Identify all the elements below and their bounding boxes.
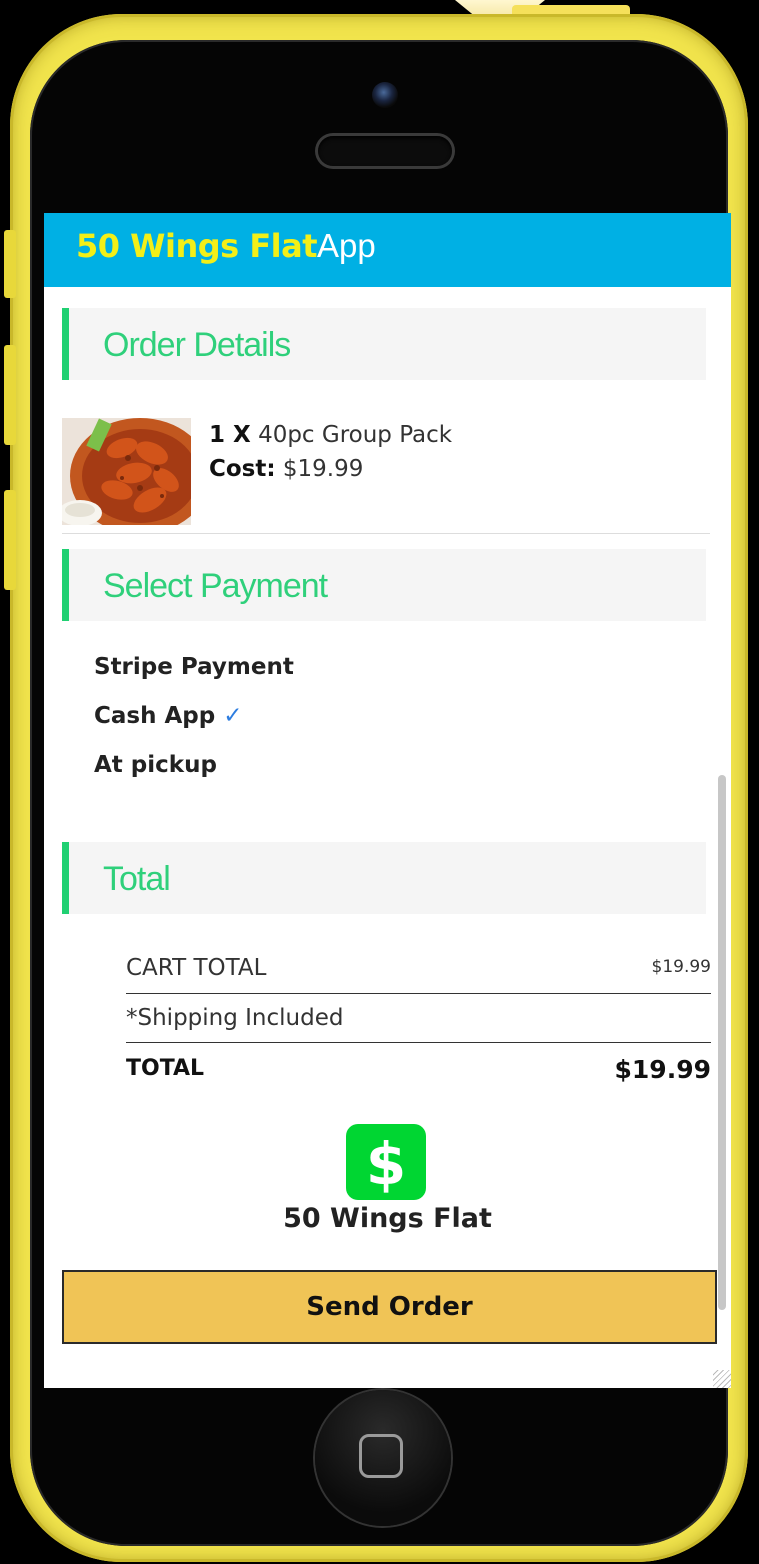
app-bar: 50 Wings FlatApp xyxy=(44,213,731,287)
payment-option-label: Cash App xyxy=(94,703,216,729)
total-header: Total xyxy=(62,842,706,914)
resize-grip-icon[interactable] xyxy=(713,1370,731,1388)
item-cost-line: Cost: $19.99 xyxy=(209,456,363,482)
front-camera xyxy=(372,82,398,108)
app-title: 50 Wings FlatApp xyxy=(76,224,376,268)
item-name: 40pc Group Pack xyxy=(258,422,453,448)
total-heading: Total xyxy=(103,860,171,898)
cash-app-dollar-icon: $ xyxy=(346,1124,426,1200)
app-title-suffix: App xyxy=(317,227,376,264)
phone-mute-switch xyxy=(4,230,16,298)
divider xyxy=(126,993,711,994)
cart-total-label: CART TOTAL xyxy=(126,955,267,981)
app-title-brand: 50 Wings Flat xyxy=(76,227,318,265)
wings-photo xyxy=(62,418,191,525)
divider xyxy=(126,1042,711,1043)
home-button[interactable] xyxy=(315,1390,451,1526)
order-details-heading: Order Details xyxy=(103,326,291,364)
order-details-header: Order Details xyxy=(62,308,706,380)
payment-option-label: Stripe Payment xyxy=(94,654,294,680)
select-payment-header: Select Payment xyxy=(62,549,706,621)
select-payment-heading: Select Payment xyxy=(103,567,328,605)
divider xyxy=(62,533,710,534)
item-cost-value: $19.99 xyxy=(282,456,364,482)
app-screen: 50 Wings FlatApp Order Details 1 X 40pc … xyxy=(44,213,731,1388)
payment-option-at-pickup[interactable]: At pickup xyxy=(94,752,217,778)
payment-option-stripe[interactable]: Stripe Payment xyxy=(94,654,294,680)
total-value: $19.99 xyxy=(614,1055,711,1084)
send-order-button[interactable]: Send Order xyxy=(62,1270,717,1344)
total-label: TOTAL xyxy=(126,1056,205,1081)
scrollbar[interactable] xyxy=(718,775,726,1310)
payment-option-label: At pickup xyxy=(94,752,217,778)
item-cost-label: Cost: xyxy=(209,456,276,482)
phone-volume-down xyxy=(4,490,16,590)
cash-app-glyph: $ xyxy=(366,1130,406,1198)
shipping-note: *Shipping Included xyxy=(126,1005,344,1031)
item-name-line: 1 X 40pc Group Pack xyxy=(209,422,452,448)
home-square-icon xyxy=(359,1434,403,1478)
earpiece-speaker xyxy=(318,136,452,166)
item-quantity: 1 X xyxy=(209,422,251,448)
cart-total-value: $19.99 xyxy=(651,957,711,977)
check-icon: ✓ xyxy=(223,703,243,729)
cash-app-name: 50 Wings Flat xyxy=(283,1203,492,1234)
payment-option-cash-app[interactable]: Cash App ✓ xyxy=(94,703,242,729)
phone-volume-up xyxy=(4,345,16,445)
